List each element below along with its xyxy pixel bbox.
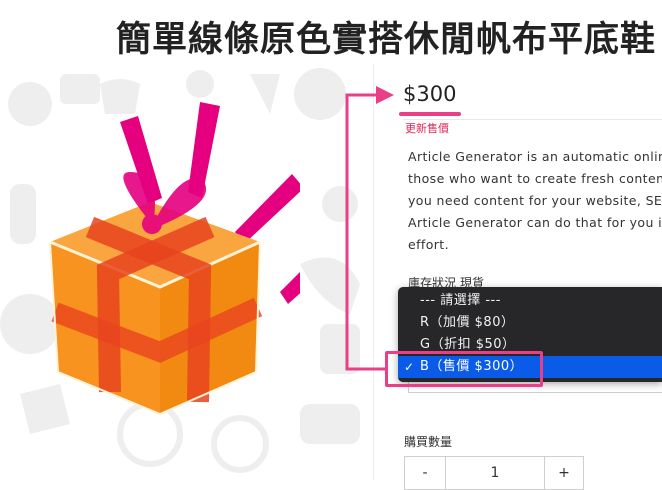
selected-option-highlight [385,351,543,387]
description-line: Article Generator can do that for you in… [408,215,662,230]
arrow-head-icon [376,86,394,104]
price-update-label: 更新售價 [405,122,449,135]
option-label: G（折扣 $50） [420,337,516,352]
description-line: Article Generator is an automatic online… [408,149,662,164]
product-title: 簡單線條原色實搭休閒帆布平底鞋 [116,20,657,60]
price-highlight-underline [399,112,461,116]
price-divider [403,119,662,120]
quantity-increase-button[interactable]: + [544,456,584,490]
quantity-input[interactable]: 1 [445,456,545,490]
option-label: R（加價 $80） [420,315,515,330]
description-line: effort. [408,237,449,250]
product-price: $300 [403,82,457,106]
column-divider [373,64,374,480]
variant-option-placeholder[interactable]: --- 請選擇 --- [398,290,662,312]
variant-option-r[interactable]: R（加價 $80） [398,312,662,334]
description-line: those who want to create fresh content f [408,171,662,186]
option-label: --- 請選擇 --- [420,293,501,308]
gift-box-illustration [49,102,300,416]
product-description: Article Generator is an automatic online… [408,146,662,250]
quantity-label: 購買數量 [404,435,453,449]
quantity-decrease-button[interactable]: - [404,456,446,490]
description-line: you need content for your website, SEO [408,193,662,208]
